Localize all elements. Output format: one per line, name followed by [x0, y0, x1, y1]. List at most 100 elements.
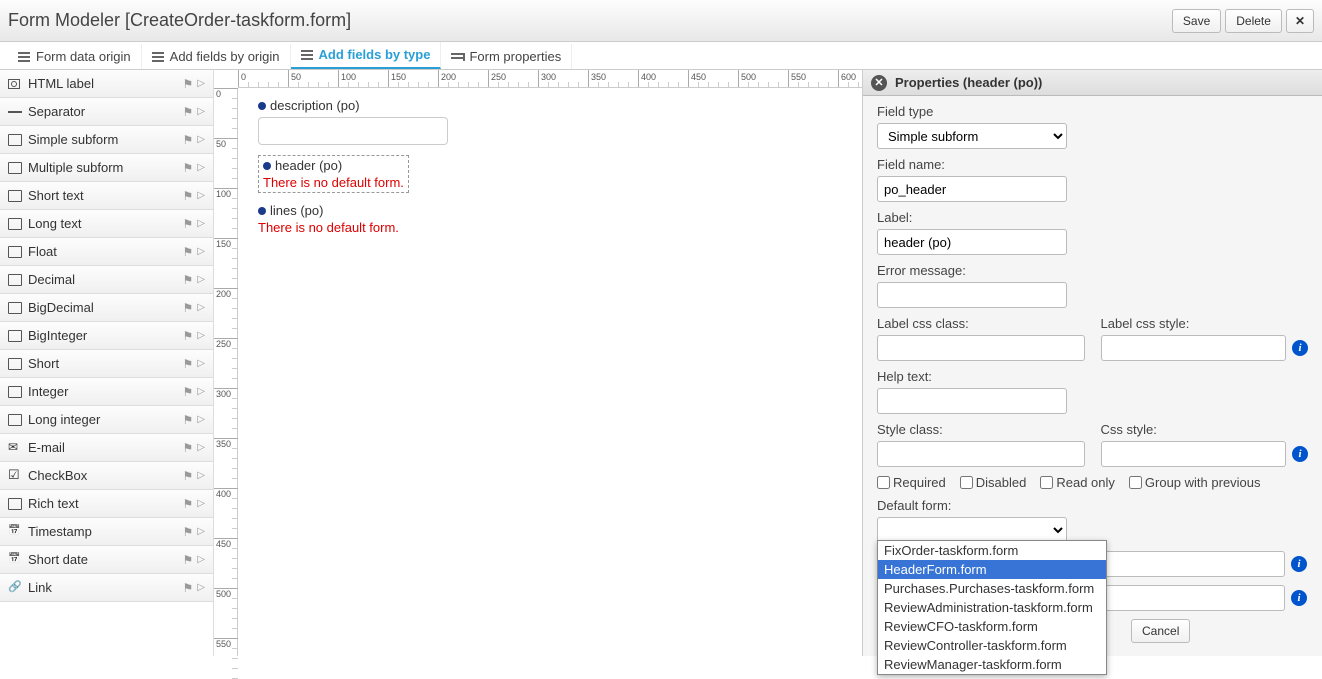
palette-item-short[interactable]: Short ⚑▷	[0, 350, 213, 378]
palette-label: CheckBox	[28, 468, 87, 483]
flag-icon: ⚑	[183, 385, 194, 399]
palette-item-link[interactable]: Link⚑▷	[0, 574, 213, 602]
label-label: Label:	[877, 210, 1308, 225]
palette-item-separator[interactable]: Separator⚑▷	[0, 98, 213, 126]
group-prev-checkbox-label[interactable]: Group with previous	[1129, 475, 1261, 490]
chevron-right-icon: ▷	[197, 106, 205, 117]
group-prev-checkbox[interactable]	[1129, 476, 1142, 489]
field-label: lines (po)	[258, 203, 842, 218]
palette-item-checkbox[interactable]: CheckBox⚑▷	[0, 462, 213, 490]
flag-icon: ⚑	[183, 553, 194, 567]
palette-label: BigInteger	[28, 328, 87, 343]
box-icon	[8, 330, 22, 342]
check-icon	[8, 470, 22, 482]
error-message-label: Error message:	[877, 263, 1308, 278]
chevron-right-icon: ▷	[197, 330, 205, 341]
form-canvas[interactable]: description (po) header (po)There is no d…	[238, 88, 862, 656]
form-field-2[interactable]: lines (po)There is no default form.	[258, 203, 842, 235]
tab-form-data-origin[interactable]: Form data origin	[8, 44, 142, 69]
dropdown-option[interactable]: ReviewAdministration-taskform.form	[878, 598, 1106, 617]
label-css-style-input[interactable]	[1101, 335, 1287, 361]
error-message-input[interactable]	[877, 282, 1067, 308]
palette-item-e-mail[interactable]: E-mail⚑▷	[0, 434, 213, 462]
tab-form-properties[interactable]: Form properties	[441, 44, 572, 69]
readonly-checkbox[interactable]	[1040, 476, 1053, 489]
link-icon	[8, 582, 22, 594]
form-field-1[interactable]: header (po)There is no default form.	[258, 155, 409, 193]
dropdown-option[interactable]: ReviewManager-taskform.form	[878, 655, 1106, 674]
style-class-input[interactable]	[877, 441, 1085, 467]
flag-icon: ⚑	[183, 357, 194, 371]
field-type-select[interactable]: Simple subform	[877, 123, 1067, 149]
main-layout: HTML label⚑▷Separator⚑▷Simple subform⚑▷M…	[0, 70, 1322, 656]
flag-icon: ⚑	[183, 497, 194, 511]
palette-item-rich-text[interactable]: Rich text⚑▷	[0, 490, 213, 518]
dropdown-option[interactable]: ReviewCFO-taskform.form	[878, 617, 1106, 636]
palette-item-biginteger[interactable]: BigInteger⚑▷	[0, 322, 213, 350]
palette-item-long-integer[interactable]: Long integer⚑▷	[0, 406, 213, 434]
tab-label: Add fields by type	[319, 47, 431, 62]
info-icon[interactable]: i	[1291, 590, 1307, 606]
horizontal-ruler: 050100150200250300350400450500550600	[238, 70, 862, 88]
palette-label: Decimal	[28, 272, 75, 287]
save-button[interactable]: Save	[1172, 9, 1221, 33]
default-form-dropdown[interactable]: FixOrder-taskform.formHeaderForm.formPur…	[877, 540, 1107, 675]
palette-item-bigdecimal[interactable]: BigDecimal⚑▷	[0, 294, 213, 322]
tab-add-fields-by-type[interactable]: Add fields by type	[291, 42, 442, 69]
form-field-0[interactable]: description (po)	[258, 98, 842, 145]
flag-icon: ⚑	[183, 245, 194, 259]
dropdown-option[interactable]: ReviewController-taskform.form	[878, 636, 1106, 655]
app-title: Form Modeler [CreateOrder-taskform.form]	[8, 10, 351, 31]
palette-item-multiple-subform[interactable]: Multiple subform⚑▷	[0, 154, 213, 182]
palette-label: Short	[28, 356, 59, 371]
flag-icon: ⚑	[183, 105, 194, 119]
box-icon	[8, 302, 22, 314]
required-checkbox[interactable]	[877, 476, 890, 489]
palette-item-integer[interactable]: Integer⚑▷	[0, 378, 213, 406]
field-name-input[interactable]	[877, 176, 1067, 202]
vertical-ruler: 050100150200250300350400450500550	[214, 88, 238, 656]
close-panel-icon[interactable]: ✕	[871, 75, 887, 91]
flag-icon: ⚑	[183, 133, 194, 147]
text-input[interactable]	[258, 117, 448, 145]
label-css-class-label: Label css class:	[877, 316, 1085, 331]
palette-item-decimal[interactable]: Decimal⚑▷	[0, 266, 213, 294]
dropdown-option[interactable]: FixOrder-taskform.form	[878, 541, 1106, 560]
readonly-checkbox-label[interactable]: Read only	[1040, 475, 1115, 490]
palette-item-timestamp[interactable]: Timestamp⚑▷	[0, 518, 213, 546]
cancel-button[interactable]: Cancel	[1131, 619, 1190, 643]
palette-label: Simple subform	[28, 132, 118, 147]
layers-icon	[301, 49, 315, 61]
help-text-input[interactable]	[877, 388, 1067, 414]
palette-item-long-text[interactable]: Long text⚑▷	[0, 210, 213, 238]
dropdown-option[interactable]: HeaderForm.form	[878, 560, 1106, 579]
disabled-checkbox[interactable]	[960, 476, 973, 489]
palette-item-simple-subform[interactable]: Simple subform⚑▷	[0, 126, 213, 154]
layers-icon	[152, 51, 166, 63]
required-checkbox-label[interactable]: Required	[877, 475, 946, 490]
css-style-label: Css style:	[1101, 422, 1309, 437]
error-text: There is no default form.	[263, 175, 404, 190]
info-icon[interactable]: i	[1292, 340, 1308, 356]
tab-add-fields-by-origin[interactable]: Add fields by origin	[142, 44, 291, 69]
label-css-class-input[interactable]	[877, 335, 1085, 361]
palette-item-short-date[interactable]: Short date⚑▷	[0, 546, 213, 574]
chevron-right-icon: ▷	[197, 162, 205, 173]
label-input[interactable]	[877, 229, 1067, 255]
palette-item-html-label[interactable]: HTML label⚑▷	[0, 70, 213, 98]
chevron-right-icon: ▷	[197, 358, 205, 369]
close-button[interactable]: ✕	[1286, 9, 1314, 33]
disabled-checkbox-label[interactable]: Disabled	[960, 475, 1027, 490]
layers-icon	[18, 51, 32, 63]
palette-item-short-text[interactable]: Short text⚑▷	[0, 182, 213, 210]
info-icon[interactable]: i	[1291, 556, 1307, 572]
info-icon[interactable]: i	[1292, 446, 1308, 462]
delete-button[interactable]: Delete	[1225, 9, 1282, 33]
tab-label: Form data origin	[36, 49, 131, 64]
date-icon	[8, 554, 22, 566]
palette-item-float[interactable]: Float⚑▷	[0, 238, 213, 266]
sep-icon	[8, 106, 22, 118]
css-style-input[interactable]	[1101, 441, 1287, 467]
properties-body: Field type Simple subform Field name: La…	[863, 96, 1322, 651]
dropdown-option[interactable]: Purchases.Purchases-taskform.form	[878, 579, 1106, 598]
